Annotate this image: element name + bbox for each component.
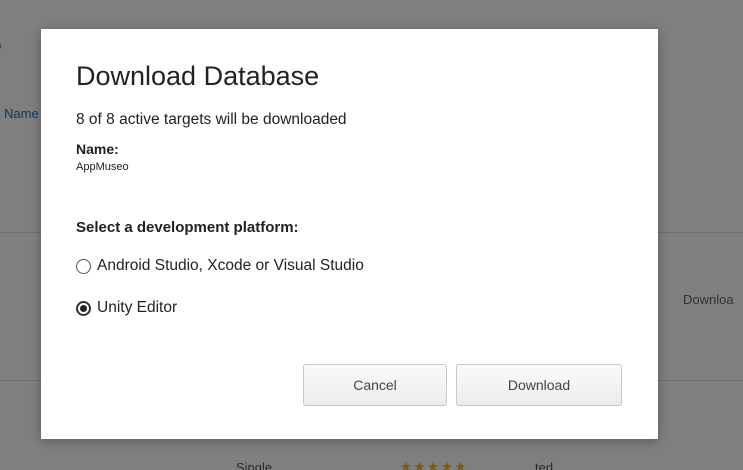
platform-option-unity-editor[interactable]: Unity Editor xyxy=(76,299,177,317)
radio-unchecked-icon[interactable] xyxy=(76,258,91,274)
platform-option-label: Android Studio, Xcode or Visual Studio xyxy=(97,257,364,274)
download-button[interactable]: Download xyxy=(456,364,622,406)
radio-checked-icon[interactable] xyxy=(76,300,91,316)
platform-heading: Select a development platform: xyxy=(76,219,299,236)
download-database-dialog: Download Database 8 of 8 active targets … xyxy=(41,29,658,439)
dialog-subtitle: 8 of 8 active targets will be downloaded xyxy=(76,111,347,128)
cancel-button[interactable]: Cancel xyxy=(303,364,447,406)
name-value: AppMuseo xyxy=(76,161,129,173)
name-label: Name: xyxy=(76,141,119,157)
dialog-title: Download Database xyxy=(76,61,320,91)
platform-option-label: Unity Editor xyxy=(97,299,178,316)
page: o Name Downloa Single ★★★★★ ted Download… xyxy=(0,0,743,470)
platform-option-android-xcode-vs[interactable]: Android Studio, Xcode or Visual Studio xyxy=(76,257,364,275)
